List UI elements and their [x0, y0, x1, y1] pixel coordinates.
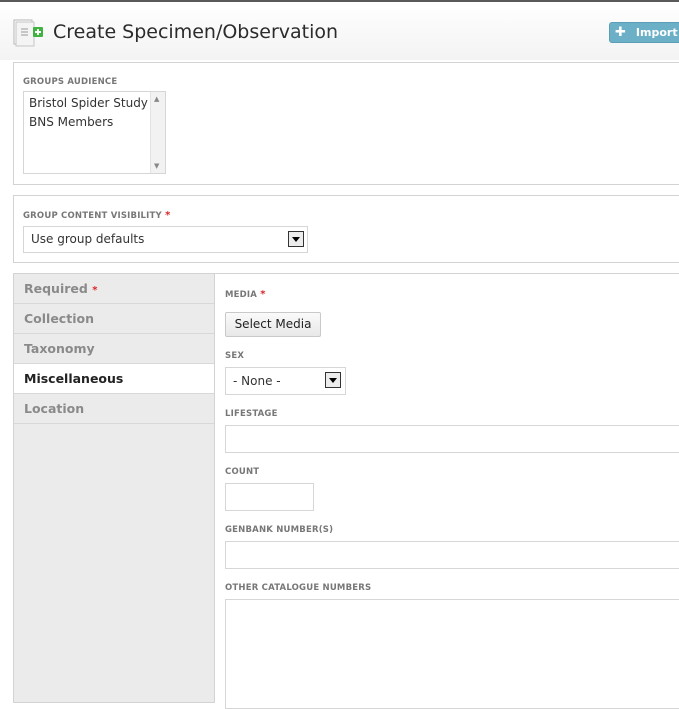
- tab-content: MEDIA * Select Media SEX - None - LIFEST…: [214, 273, 679, 709]
- lifestage-label: LIFESTAGE: [225, 409, 278, 419]
- sex-value: - None -: [233, 374, 281, 388]
- group-visibility-panel: GROUP CONTENT VISIBILITY * Use group def…: [13, 195, 679, 263]
- scroll-up-icon[interactable]: ▲: [154, 95, 159, 103]
- tab-location[interactable]: Location: [14, 394, 214, 424]
- chevron-down-icon[interactable]: [288, 231, 304, 247]
- other-catalogue-label: OTHER CATALOGUE NUMBERS: [225, 583, 372, 593]
- group-visibility-select[interactable]: Use group defaults: [23, 226, 308, 253]
- required-mark: *: [165, 210, 171, 221]
- other-catalogue-field[interactable]: [225, 599, 679, 709]
- sex-label: SEX: [225, 351, 245, 361]
- tab-miscellaneous[interactable]: Miscellaneous: [14, 364, 215, 394]
- tab-collection[interactable]: Collection: [14, 304, 214, 334]
- count-label: COUNT: [225, 467, 260, 477]
- tab-required-label: Required: [24, 281, 88, 296]
- lifestage-field[interactable]: [225, 425, 679, 453]
- groups-audience-option[interactable]: BNS Members: [24, 113, 165, 132]
- scroll-down-icon[interactable]: ▼: [154, 162, 159, 170]
- vertical-tabs: Required * Collection Taxonomy Miscellan…: [13, 273, 215, 703]
- media-label-text: MEDIA: [225, 290, 258, 300]
- sex-select[interactable]: - None -: [225, 367, 346, 395]
- group-visibility-value: Use group defaults: [31, 232, 145, 246]
- import-button-label: Import in: [635, 26, 679, 39]
- groups-audience-option[interactable]: Bristol Spider Study: [24, 94, 165, 113]
- group-visibility-label: GROUP CONTENT VISIBILITY *: [23, 210, 171, 221]
- select-media-button[interactable]: Select Media: [225, 312, 321, 337]
- genbank-field[interactable]: [225, 541, 679, 569]
- required-mark: *: [260, 289, 266, 300]
- page-title: Create Specimen/Observation: [53, 21, 339, 43]
- tab-taxonomy[interactable]: Taxonomy: [14, 334, 214, 364]
- groups-audience-listbox[interactable]: Bristol Spider Study BNS Members ▲ ▼: [23, 91, 166, 174]
- required-mark: *: [92, 285, 98, 296]
- count-field[interactable]: [225, 483, 314, 511]
- listbox-scrollbar[interactable]: ▲ ▼: [150, 92, 165, 173]
- genbank-label: GENBANK NUMBER(S): [225, 525, 334, 535]
- media-label: MEDIA *: [225, 289, 266, 300]
- page-header: Create Specimen/Observation ✚ Import in: [0, 2, 679, 60]
- groups-audience-panel: GROUPS AUDIENCE Bristol Spider Study BNS…: [13, 62, 679, 185]
- import-button[interactable]: ✚ Import in: [609, 22, 679, 43]
- tab-required[interactable]: Required *: [14, 274, 214, 304]
- chevron-down-icon[interactable]: [325, 372, 341, 388]
- groups-audience-label: GROUPS AUDIENCE: [23, 77, 118, 87]
- document-add-icon: [13, 19, 43, 47]
- group-visibility-label-text: GROUP CONTENT VISIBILITY: [23, 211, 162, 221]
- plus-icon: ✚: [615, 25, 626, 40]
